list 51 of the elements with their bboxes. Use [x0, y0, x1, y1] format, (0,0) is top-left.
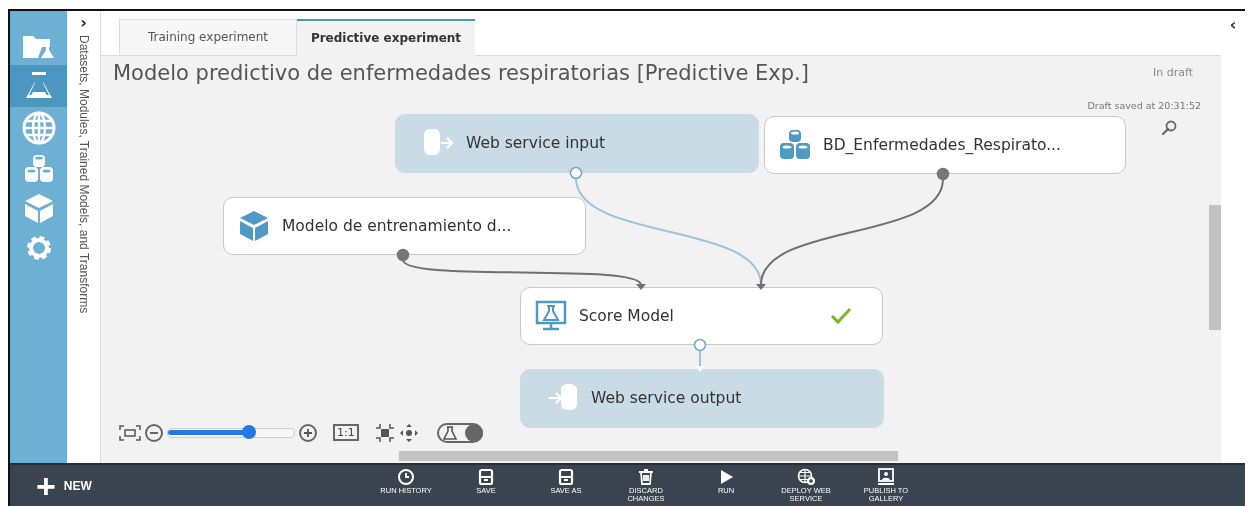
new-button[interactable]: + NEW [36, 472, 366, 499]
module-node[interactable]: Score Model [520, 286, 883, 345]
search-icon [1161, 119, 1177, 136]
save-icon [477, 468, 495, 486]
sidebar-item[interactable] [10, 65, 67, 107]
gallery-icon [877, 468, 895, 486]
clock-icon [397, 468, 415, 486]
node-label: Web service output [591, 389, 742, 408]
save-icon [557, 468, 575, 486]
globe-icon [21, 111, 56, 145]
module-node[interactable]: BD_Enfermedades_Respirato... [764, 115, 1126, 174]
output-port[interactable] [396, 248, 410, 262]
experiment-title: Modelo predictivo de enfermedades respiratorias [Predictive Exp.] [113, 60, 809, 85]
node-label: Modelo de entrenamiento d... [282, 216, 512, 235]
toggle-switch[interactable] [436, 422, 483, 443]
center-icon [374, 422, 395, 443]
trash-icon [637, 468, 655, 486]
actual-size-button[interactable]: 1:1 [333, 424, 359, 442]
node-label: Score Model [579, 306, 674, 325]
node-label: BD_Enfermedades_Respirato... [823, 135, 1061, 154]
globe-plus-icon [797, 468, 815, 486]
expand-toggle[interactable]: › [80, 15, 87, 31]
database-stack-icon [22, 153, 55, 183]
zoom-in-button[interactable] [299, 423, 317, 442]
fit-screen-icon [119, 424, 141, 441]
plus-icon [302, 426, 314, 439]
tab[interactable]: Predictive experiment [297, 18, 475, 56]
draft-status: In draft [1153, 66, 1193, 80]
module-node[interactable]: Web service input [395, 113, 759, 173]
module-node[interactable]: Web service output [520, 368, 884, 428]
node-label: Web service input [466, 134, 606, 153]
saved-time: Draft saved at 20:31:52 [1087, 99, 1201, 111]
collapse-toggle[interactable]: ‹ [1229, 15, 1237, 33]
zoom-out-button[interactable] [145, 423, 163, 442]
zoom-slider[interactable] [167, 427, 295, 438]
connector-line [695, 348, 705, 372]
pan-icon [398, 422, 419, 443]
tab[interactable]: Training experiment [119, 18, 297, 55]
monitor-flask-icon [535, 299, 567, 332]
palette-title[interactable]: Datasets, Modules, Trained Models, and Transforms [76, 35, 91, 314]
output-port[interactable] [936, 167, 950, 181]
cube-icon [22, 192, 55, 224]
database-stack-icon [779, 128, 811, 161]
settings-icon [24, 234, 53, 262]
output-port[interactable] [569, 166, 583, 180]
slider-thumb[interactable] [241, 424, 256, 439]
cube-icon [238, 209, 270, 242]
flask-icon [442, 425, 457, 440]
module-node[interactable]: Modelo de entrenamiento d... [223, 196, 586, 255]
checkmark-icon [830, 306, 852, 325]
output-port[interactable] [693, 338, 707, 352]
